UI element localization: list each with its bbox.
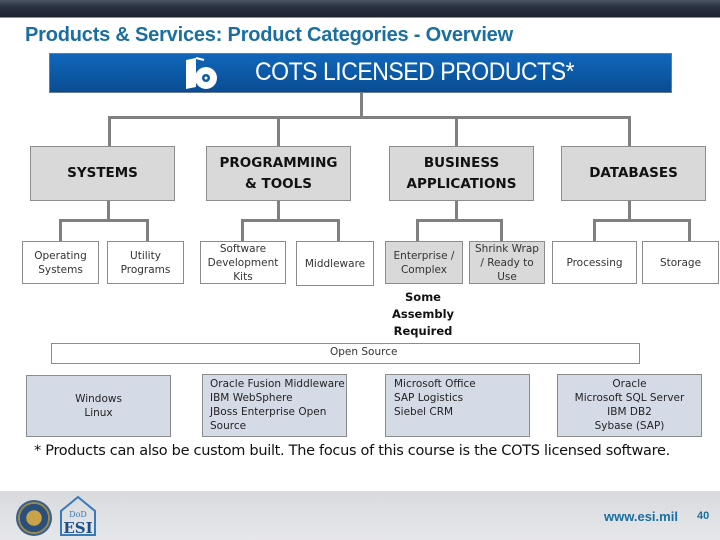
sub-label: Shrink Wrap [475, 242, 539, 255]
sub-middleware: Middleware [296, 241, 374, 286]
sub-operating-systems: Operating Systems [22, 241, 99, 284]
sub-label: Utility [130, 249, 161, 262]
note-line: Required [393, 324, 453, 338]
example-item: Oracle [612, 378, 647, 390]
example-item: JBoss Enterprise Open [210, 406, 327, 418]
connector [593, 219, 596, 241]
connector [360, 116, 630, 119]
category-programming-tools: PROGRAMMING & TOOLS [206, 146, 351, 201]
examples-systems: Windows Linux [26, 375, 171, 437]
connector [500, 219, 503, 241]
sub-label: Middleware [304, 257, 366, 270]
banner-title: COTS LICENSED PRODUCTS* [255, 58, 575, 86]
slide-title: Products & Services: Product Categories … [25, 24, 513, 46]
example-item: Siebel CRM [394, 406, 454, 418]
examples-databases: Oracle Microsoft SQL Server IBM DB2 Syba… [557, 374, 702, 437]
assembly-note: Some Assembly Required [380, 289, 466, 340]
sub-label: Complex [400, 263, 448, 276]
connector [59, 219, 148, 222]
sub-label: Kits [233, 270, 253, 283]
connector [455, 201, 458, 220]
sub-processing: Processing [552, 241, 637, 284]
open-source-label: Open Source [330, 346, 398, 358]
connector [455, 116, 458, 146]
connector [628, 201, 631, 220]
category-label: DATABASES [589, 165, 678, 181]
connector [107, 201, 110, 220]
category-label: APPLICATIONS [406, 175, 517, 192]
open-source-bar: Open Source [51, 343, 640, 364]
sub-label: / Ready to [480, 256, 534, 269]
sub-label: Use [497, 270, 517, 283]
example-item: Sybase (SAP) [594, 420, 665, 432]
category-label: & TOOLS [245, 175, 312, 192]
svg-text:DoD: DoD [69, 510, 87, 519]
software-box-cd-icon [186, 57, 217, 89]
category-databases: DATABASES [561, 146, 706, 201]
connector [277, 116, 280, 146]
website-link[interactable]: www.esi.mil [604, 509, 678, 524]
connector [628, 116, 631, 146]
connector [146, 219, 149, 241]
note-line: Some [405, 290, 441, 304]
connector [688, 219, 691, 241]
sub-label: Development [207, 256, 279, 269]
example-item: SAP Logistics [394, 392, 464, 404]
dod-esi-logo: DoD ESI [60, 495, 96, 537]
sub-utility-programs: Utility Programs [107, 241, 184, 284]
sub-storage: Storage [642, 241, 719, 284]
connector [416, 219, 502, 222]
connector [277, 201, 280, 220]
category-label: PROGRAMMING [219, 154, 338, 171]
examples-programming: Oracle Fusion Middleware IBM WebSphere J… [202, 374, 347, 437]
category-business-applications: BUSINESS APPLICATIONS [389, 146, 534, 201]
sub-label: Software [219, 242, 267, 255]
sub-label: Programs [120, 263, 171, 276]
top-bar [0, 0, 720, 18]
example-item: Microsoft SQL Server [574, 392, 685, 404]
connector [416, 219, 419, 241]
dod-seal-logo [16, 500, 52, 536]
sub-label: Systems [38, 263, 83, 276]
sub-label: Enterprise / [393, 249, 455, 262]
example-item: Windows [75, 393, 122, 405]
footnote: * Products can also be custom built. The… [34, 443, 670, 459]
example-item: Source [210, 420, 247, 432]
example-item: IBM WebSphere [210, 392, 293, 404]
category-systems: SYSTEMS [30, 146, 175, 201]
connector [59, 219, 62, 241]
example-item: IBM DB2 [607, 406, 652, 418]
connector [108, 116, 372, 119]
examples-business: Microsoft Office SAP Logistics Siebel CR… [385, 374, 530, 437]
sub-label: Processing [566, 256, 623, 269]
example-item: Oracle Fusion Middleware [210, 378, 345, 390]
cots-banner: COTS LICENSED PRODUCTS* [49, 53, 672, 93]
connector [241, 219, 244, 241]
example-item: Microsoft Office [394, 378, 476, 390]
connector [337, 219, 340, 241]
svg-text:ESI: ESI [63, 519, 92, 537]
connector [108, 116, 111, 146]
sub-enterprise-complex: Enterprise / Complex [385, 241, 463, 284]
connector [241, 219, 340, 222]
sub-shrink-wrap: Shrink Wrap / Ready to Use [469, 241, 545, 284]
category-label: SYSTEMS [67, 165, 138, 181]
sub-label: Operating [34, 249, 87, 262]
sub-label: Storage [659, 256, 702, 269]
page-number: 40 [697, 510, 710, 522]
category-label: BUSINESS [423, 154, 500, 171]
sub-software-development-kits: Software Development Kits [200, 241, 286, 284]
connector [593, 219, 690, 222]
example-item: Linux [84, 407, 113, 419]
note-line: Assembly [391, 307, 455, 321]
